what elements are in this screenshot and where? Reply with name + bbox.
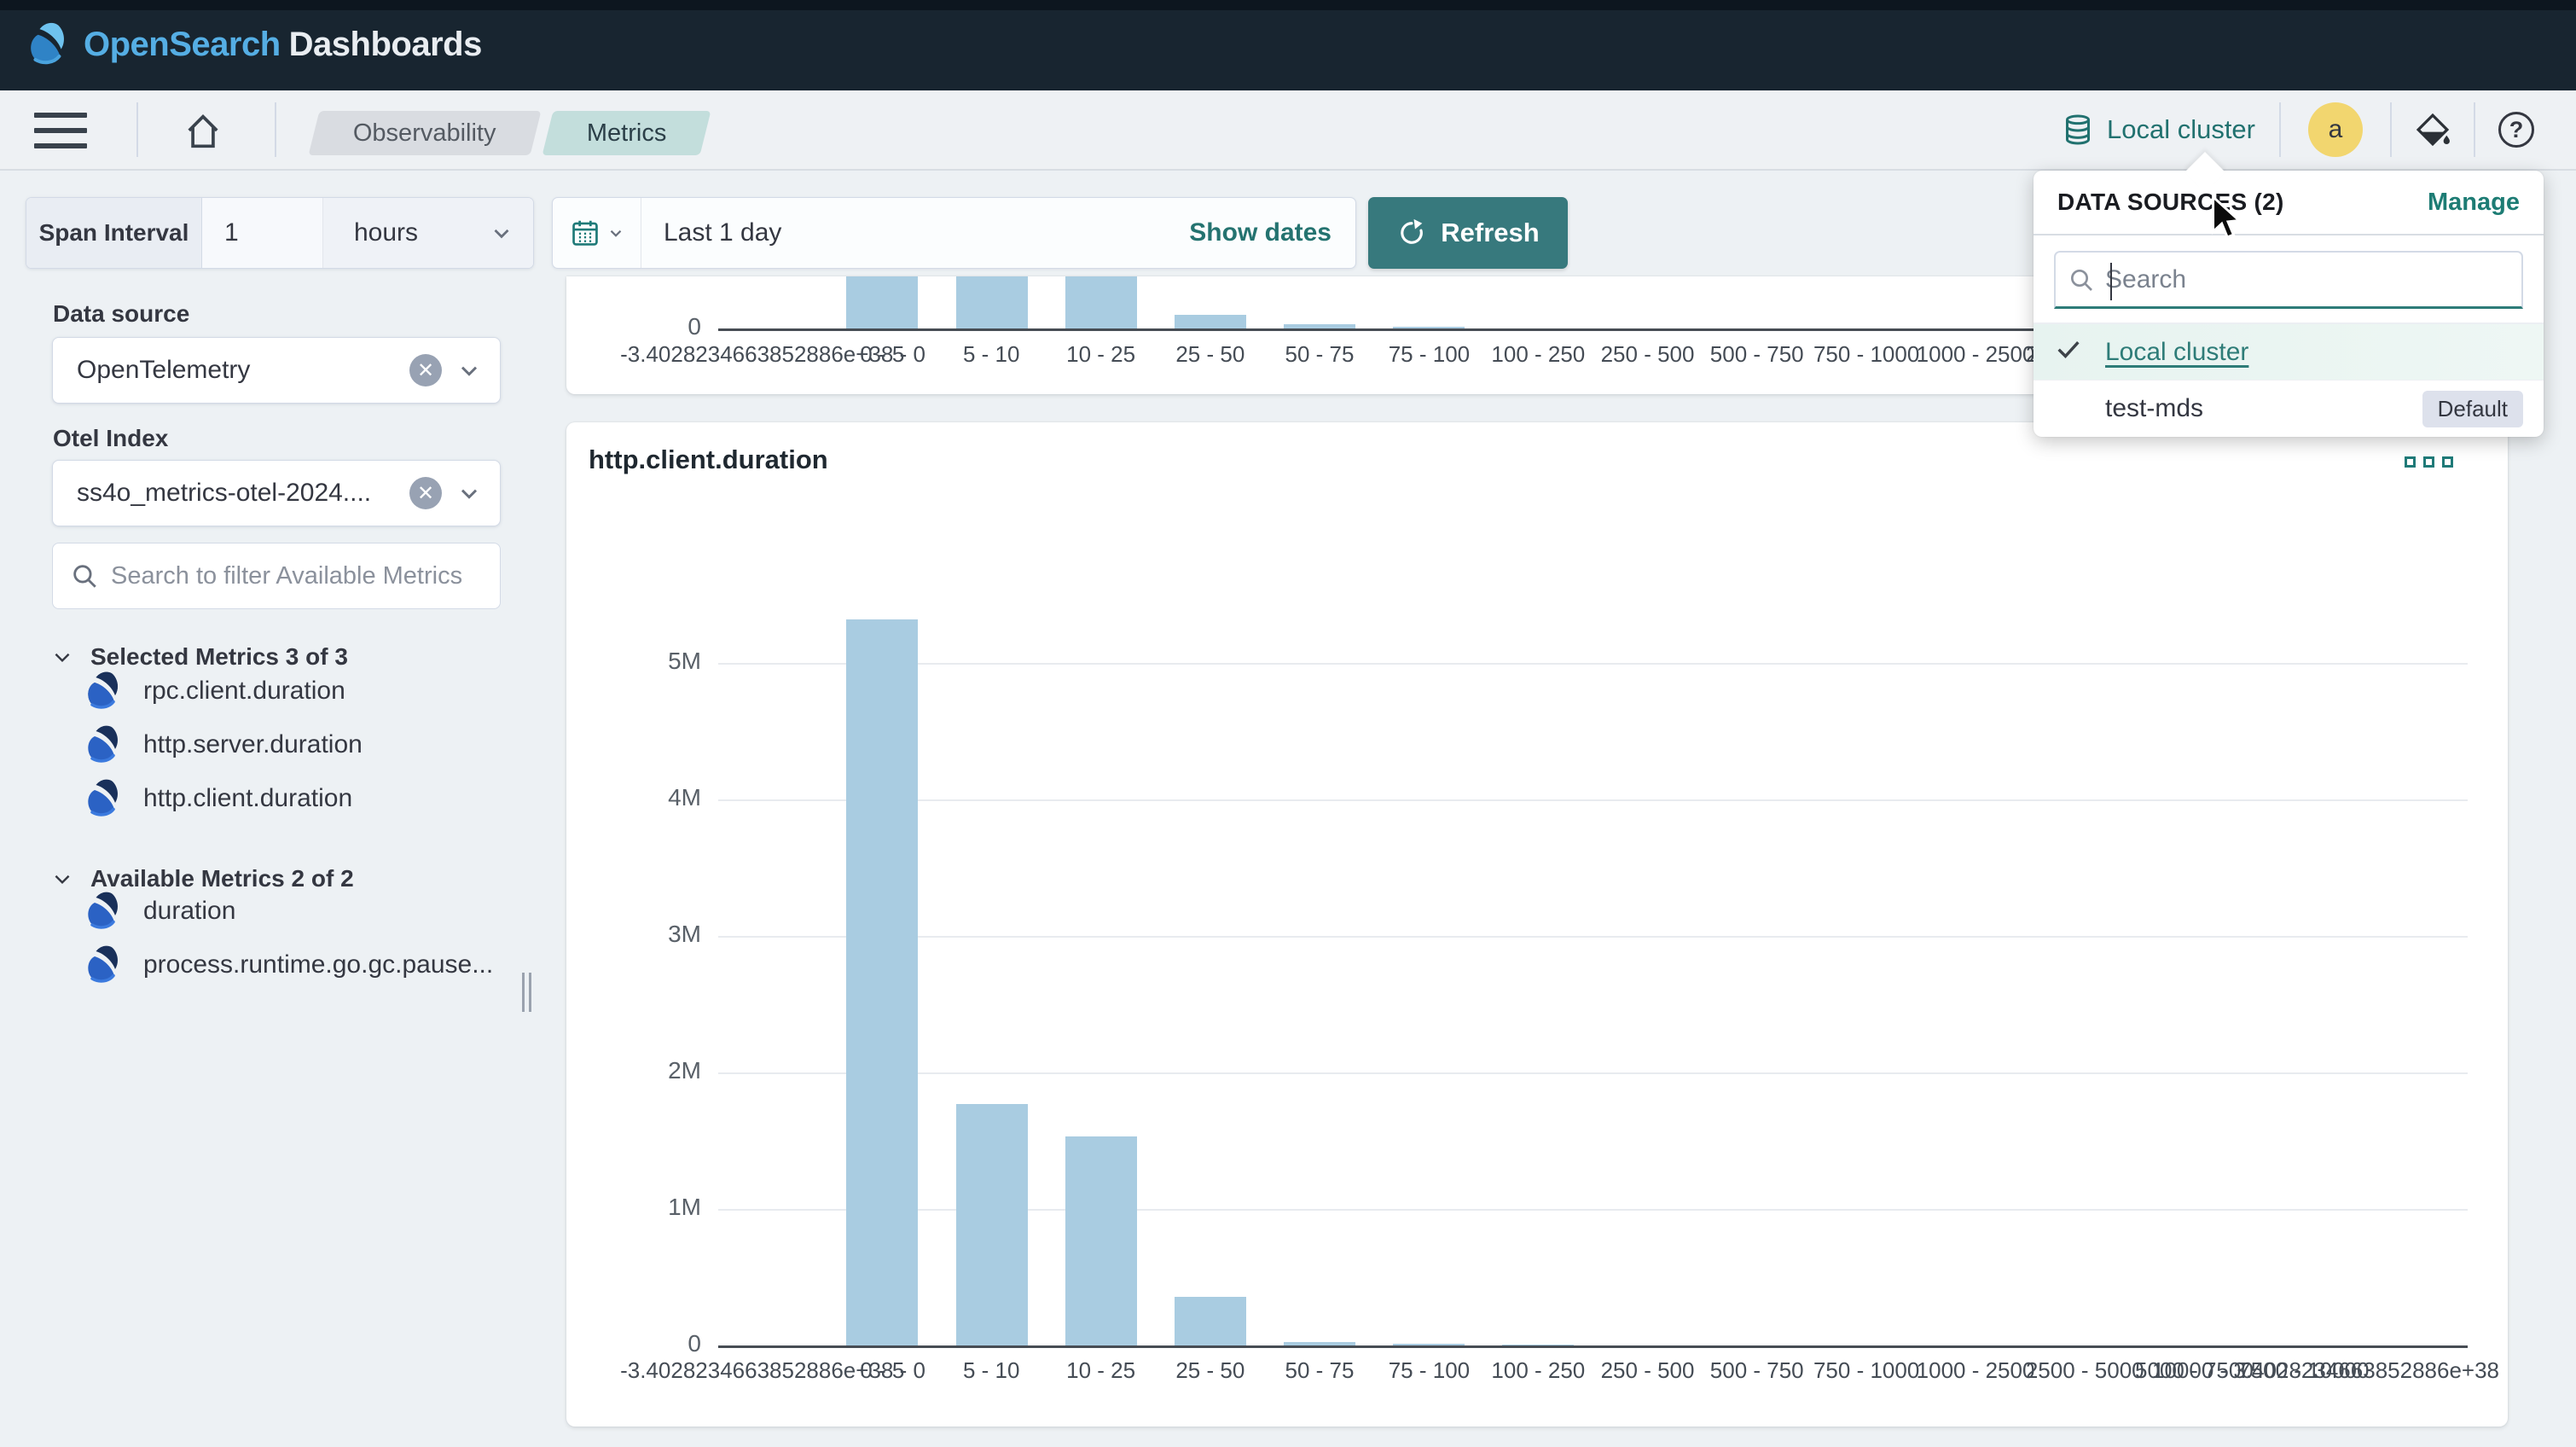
popover-search-input[interactable] — [2105, 265, 2509, 294]
sidebar-resize-handle[interactable] — [522, 973, 536, 1012]
paint-bucket-icon — [2413, 110, 2452, 149]
span-interval-group: Span Interval hours — [26, 197, 534, 269]
bar-1 — [846, 619, 918, 1345]
divider — [275, 102, 276, 157]
data-source-combobox[interactable]: OpenTelemetry ✕ — [52, 337, 501, 404]
data-source-cluster-button[interactable]: Local cluster — [2037, 113, 2279, 147]
chart-panel-http-client-duration: http.client.duration 01M2M3M4M5M-3.40282… — [566, 422, 2508, 1427]
opensearch-logo[interactable]: OpenSearchDashboards — [24, 20, 482, 68]
database-icon — [2061, 113, 2095, 147]
option-local-cluster[interactable]: Local cluster — [2034, 324, 2544, 381]
refresh-button[interactable]: Refresh — [1368, 197, 1568, 269]
bar-4 — [1175, 315, 1246, 328]
nav-right-group: Local cluster a ? — [2037, 90, 2557, 169]
app-header: OpenSearchDashboards — [0, 0, 2576, 90]
popover-header: DATA SOURCES (2) Manage — [2034, 171, 2544, 235]
span-unit-select[interactable]: hours — [323, 198, 533, 268]
cluster-button-label: Local cluster — [2107, 114, 2255, 145]
opensearch-logo-icon — [24, 20, 72, 68]
span-interval-label: Span Interval — [26, 198, 202, 268]
mouse-cursor — [2209, 195, 2247, 244]
chevron-down-icon — [489, 220, 514, 246]
chevron-down-icon — [455, 357, 483, 384]
divider — [136, 102, 138, 157]
help-button[interactable]: ? — [2475, 90, 2557, 169]
chevron-down-icon — [51, 646, 73, 668]
search-icon — [2068, 266, 2095, 293]
bar-1 — [846, 276, 918, 328]
refresh-button-label: Refresh — [1441, 218, 1539, 248]
popover-title: DATA SOURCES (2) — [2057, 189, 2284, 216]
available-metrics-header[interactable]: Available Metrics 2 of 2 — [51, 865, 354, 892]
chevron-down-icon — [606, 224, 625, 242]
otel-index-value: ss4o_metrics-otel-2024.... — [77, 479, 409, 508]
data-source-label: Data source — [53, 300, 189, 328]
metric-item-http-server-duration[interactable]: http.server.duration — [82, 724, 363, 766]
opensearch-metric-icon — [82, 724, 125, 766]
date-picker: Last 1 day Show dates — [552, 197, 1356, 269]
bar-2 — [956, 276, 1028, 328]
breadcrumb-observability[interactable]: Observability — [309, 111, 542, 155]
metrics-search-input[interactable] — [111, 562, 486, 590]
metrics-search-box — [52, 543, 501, 609]
data-sources-popover: DATA SOURCES (2) Manage Local cluster te… — [2034, 171, 2544, 437]
check-icon — [2054, 334, 2093, 370]
show-dates-button[interactable]: Show dates — [1189, 218, 1355, 247]
manage-link[interactable]: Manage — [2428, 189, 2520, 217]
opensearch-metric-icon — [82, 890, 125, 933]
selected-metrics-header[interactable]: Selected Metrics 3 of 3 — [51, 643, 348, 671]
metrics-sidebar: Data source OpenTelemetry ✕ Otel Index s… — [0, 282, 553, 1447]
opensearch-metric-icon — [82, 670, 125, 712]
bar-3 — [1065, 276, 1137, 328]
popover-search-area — [2034, 235, 2544, 324]
metric-item-rpc-client-duration[interactable]: rpc.client.duration — [82, 670, 345, 712]
metric-item-http-client-duration[interactable]: http.client.duration — [82, 777, 352, 820]
otel-index-label: Otel Index — [53, 425, 168, 452]
bar-4 — [1175, 1297, 1246, 1345]
divider — [2279, 102, 2281, 157]
popover-search-box — [2054, 251, 2523, 309]
bar-2 — [956, 1104, 1028, 1345]
otel-index-combobox[interactable]: ss4o_metrics-otel-2024.... ✕ — [52, 460, 501, 526]
time-range-value[interactable]: Last 1 day — [641, 218, 1189, 247]
calendar-icon — [569, 217, 601, 249]
metric-item-process-runtime[interactable]: process.runtime.go.gc.pause... — [82, 944, 493, 986]
menu-icon[interactable] — [34, 113, 87, 148]
avatar[interactable]: a — [2308, 102, 2363, 157]
metric-item-duration[interactable]: duration — [82, 890, 235, 933]
histogram-main: 01M2M3M4M5M-3.4028234663852886e+38 - 00 … — [566, 422, 2508, 1427]
text-caret — [2110, 263, 2112, 300]
theme-button[interactable] — [2392, 90, 2474, 169]
opensearch-metric-icon — [82, 944, 125, 986]
divider — [2390, 102, 2392, 157]
data-source-value: OpenTelemetry — [77, 356, 409, 385]
calendar-menu-button[interactable] — [553, 198, 641, 268]
chevron-down-icon — [455, 479, 483, 507]
clear-icon[interactable]: ✕ — [409, 354, 442, 386]
breadcrumb-metrics[interactable]: Metrics — [542, 111, 711, 155]
clear-icon[interactable]: ✕ — [409, 477, 442, 509]
help-icon: ? — [2498, 112, 2534, 148]
search-icon — [70, 561, 99, 590]
app-title: OpenSearchDashboards — [84, 26, 482, 64]
home-icon[interactable] — [181, 109, 225, 154]
default-badge: Default — [2422, 391, 2523, 427]
navigation-bar: Observability Metrics Local cluster a ? — [0, 90, 2576, 171]
opensearch-metric-icon — [82, 777, 125, 820]
chevron-down-icon — [51, 868, 73, 890]
span-unit-value: hours — [354, 218, 418, 247]
option-test-mds[interactable]: test-mds Default — [2034, 381, 2544, 437]
bar-3 — [1065, 1136, 1137, 1345]
breadcrumb: Observability Metrics — [314, 111, 705, 155]
divider — [2474, 102, 2475, 157]
span-interval-input[interactable] — [202, 198, 323, 268]
refresh-icon — [1396, 218, 1427, 248]
